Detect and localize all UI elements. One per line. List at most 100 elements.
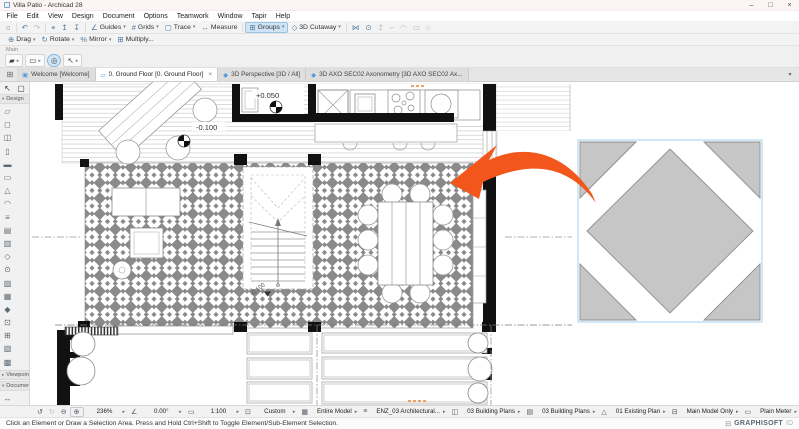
design-tool[interactable]: ▤ — [0, 224, 15, 237]
design-tool[interactable]: ▧ — [0, 342, 15, 355]
toolbar-button[interactable] — [84, 22, 86, 32]
quick-option-control[interactable]: Main Model Only ▸ — [681, 406, 742, 417]
design-tool[interactable]: ◫ — [0, 131, 15, 144]
design-tool[interactable]: ◆ — [0, 303, 15, 316]
view-tab[interactable]: ◆ 3D AXO SEC02 Axonometry [3D AXO SEC02 … — [306, 68, 469, 81]
toolbar-button[interactable]: ▭ — [410, 22, 423, 33]
quick-option-control[interactable]: 0.00° ▸ — [140, 406, 185, 417]
main-tool-button[interactable]: ↖ ▸ — [63, 54, 83, 67]
toolbox-section-document[interactable]: ▾ Document — [0, 380, 29, 391]
menu-item[interactable]: Options — [139, 13, 172, 20]
design-tool[interactable]: ⊞ — [0, 329, 15, 342]
quick-option-control[interactable]: Entire Model ▸ — [311, 406, 360, 417]
main-tool-button[interactable]: ▭ ▸ — [25, 54, 45, 67]
graphisoft-id[interactable]: ⊟ GRAPHISOFT ID — [725, 420, 793, 428]
design-tool[interactable]: ▥ — [0, 237, 15, 250]
tab-overview-button[interactable]: ⊞ — [3, 68, 17, 81]
view-tab[interactable]: ▣ Welcome [Welcome] — [17, 68, 96, 81]
menu-item[interactable]: Window — [213, 13, 247, 20]
tile-preview-panel[interactable] — [577, 139, 763, 323]
toolbar-button[interactable]: ∠ Guides ▾ — [88, 22, 129, 33]
design-tool[interactable]: ⊡ — [0, 316, 15, 329]
design-tool[interactable]: ▯ — [0, 145, 15, 158]
bench[interactable] — [472, 189, 487, 304]
toolbox-section-design[interactable]: ▾ Design — [0, 94, 29, 104]
main-tool-button[interactable]: ◎ — [46, 54, 62, 67]
menu-item[interactable]: File — [2, 13, 22, 20]
quick-option-control[interactable]: ⊟ — [669, 406, 681, 417]
toolbar-button[interactable]: ↥ — [375, 22, 387, 33]
floor-plan-canvas[interactable]: +0.050 -0.100 -0.100 — [30, 60, 799, 405]
toolbar-button[interactable]: ⊙ — [362, 22, 374, 33]
toolbar-button[interactable]: ⌂ — [3, 22, 14, 33]
toolbar-button[interactable]: ↧ — [71, 22, 83, 33]
quick-option-control[interactable]: ⊡ — [242, 406, 254, 417]
menu-item[interactable]: Document — [98, 13, 139, 20]
edit-toolbar-button[interactable]: ⊞ Multiply... — [114, 34, 157, 45]
edit-toolbar-button[interactable]: ↻ Rotate ▾ — [39, 34, 78, 45]
tab-overflow-button[interactable]: ▾ — [781, 68, 799, 81]
close-icon[interactable]: × — [208, 71, 212, 78]
design-tool[interactable]: ▦ — [0, 290, 15, 303]
quick-option-control[interactable]: ▦ — [298, 406, 311, 417]
quick-option-control[interactable]: ⊕ — [69, 406, 84, 417]
document-tool[interactable]: ↔ — [0, 392, 15, 405]
quick-option-control[interactable]: ↺ — [34, 406, 46, 417]
menu-item[interactable]: Teamwork — [172, 13, 213, 20]
toolbar-button[interactable]: ▢ Trace ▾ — [162, 22, 199, 33]
window-control-button[interactable]: × — [780, 0, 799, 11]
toolbar-button[interactable]: ⌂ — [423, 22, 434, 33]
quick-option-control[interactable]: ▭ — [742, 406, 755, 417]
design-tool[interactable]: ▭ — [0, 171, 15, 184]
toolbar-button[interactable]: ⌖ — [48, 22, 58, 33]
design-tool[interactable]: ▩ — [0, 356, 15, 369]
design-tool[interactable]: ◠ — [0, 197, 15, 210]
design-tool[interactable]: ≡ — [0, 211, 15, 224]
toolbox-section-viewpoint[interactable]: ▸ Viewpoint — [0, 369, 29, 380]
quick-option-control[interactable]: 03 Building Plans ▸ — [461, 406, 523, 417]
design-tool[interactable]: ⊙ — [0, 263, 15, 276]
quick-option-control[interactable]: Custom ▸ — [254, 406, 299, 417]
toolbar-button[interactable]: ◇ 3D Cutaway ▾ — [288, 22, 343, 33]
view-tab[interactable]: ▱ 0. Ground Floor [0. Ground Floor] × — [95, 68, 219, 81]
quick-option-control[interactable]: ↻ — [46, 406, 58, 417]
window-control-button[interactable]: – — [742, 0, 761, 11]
toolbar-button[interactable]: ⊞ Groups ▾ — [245, 21, 289, 33]
design-tool[interactable]: ▱ — [0, 105, 15, 118]
view-tab[interactable]: ◆ 3D Perspective [3D / All] — [218, 68, 307, 81]
menu-item[interactable]: Tapir — [247, 13, 271, 20]
toolbar-button[interactable]: ⋈ — [349, 22, 363, 33]
toolbar-button[interactable] — [242, 22, 244, 32]
quick-option-control[interactable]: ⊖ — [58, 406, 70, 417]
menu-item[interactable]: Design — [67, 13, 98, 20]
toolbar-button[interactable]: ◠ — [397, 22, 410, 33]
design-tool[interactable]: ▨ — [0, 276, 15, 289]
main-tool-button[interactable]: ▰ ▸ — [5, 54, 24, 67]
quick-option-control[interactable]: ENZ_03 Architectural... ▸ — [370, 406, 448, 417]
toolbar-button[interactable]: # Grids ▾ — [129, 22, 162, 33]
design-tool[interactable]: ◻ — [0, 118, 15, 131]
design-tool[interactable]: ▬ — [0, 158, 15, 171]
quick-option-control[interactable]: 236% ▸ — [84, 406, 129, 417]
garden-band[interactable] — [55, 324, 572, 405]
quick-option-control[interactable]: ▭ — [185, 406, 198, 417]
toolbar-button[interactable]: ↥ — [58, 22, 70, 33]
quick-option-control[interactable]: 01 Existing Plan ▸ — [610, 406, 669, 417]
menu-item[interactable]: Edit — [22, 13, 43, 20]
design-tool[interactable]: ◇ — [0, 250, 15, 263]
quick-option-control[interactable]: ◫ — [448, 406, 461, 417]
menu-item[interactable]: Help — [271, 13, 294, 20]
edit-toolbar-button[interactable]: ⊕ Drag ▾ — [5, 34, 39, 45]
stair[interactable] — [242, 166, 314, 290]
toolbox-tool[interactable]: ↖ — [4, 84, 11, 93]
design-tool[interactable]: △ — [0, 184, 15, 197]
toolbar-button[interactable] — [45, 22, 47, 32]
edit-toolbar-button[interactable]: % Mirror ▾ — [77, 34, 114, 45]
toolbar-button[interactable] — [345, 22, 347, 32]
toolbar-button[interactable] — [15, 22, 17, 32]
toolbar-button[interactable]: ↶ — [19, 22, 31, 33]
toolbox-tool[interactable]: ▢ — [17, 84, 25, 93]
quick-option-control[interactable]: ▤ — [523, 406, 536, 417]
quick-option-control[interactable]: △ — [598, 406, 609, 417]
quick-option-control[interactable]: ∠ — [128, 406, 140, 417]
